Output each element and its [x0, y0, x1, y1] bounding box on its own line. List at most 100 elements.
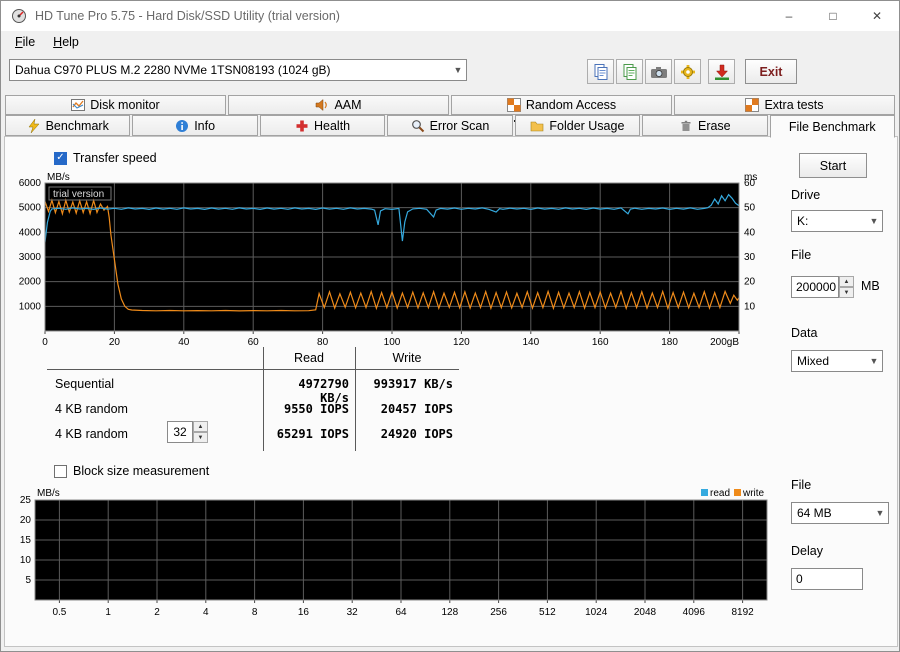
chevron-down-icon: ▼	[453, 65, 463, 75]
svg-text:ms: ms	[744, 172, 757, 183]
queue-depth-spinner[interactable]: 32 ▲ ▼	[167, 421, 208, 443]
svg-text:200gB: 200gB	[710, 337, 739, 348]
svg-text:5: 5	[25, 575, 31, 586]
delay-label: Delay	[791, 544, 823, 558]
menu-file[interactable]: File	[7, 33, 43, 51]
random-access-icon	[506, 98, 521, 112]
svg-text:4: 4	[203, 607, 209, 618]
svg-text:1000: 1000	[19, 301, 42, 312]
titlebar: HD Tune Pro 5.75 - Hard Disk/SSD Utility…	[1, 1, 899, 31]
gear-icon	[680, 64, 695, 79]
tab-extra-tests[interactable]: Extra tests	[674, 95, 895, 115]
svg-text:read: read	[710, 488, 730, 499]
copy-text-button[interactable]	[616, 59, 643, 84]
screenshot-button[interactable]	[645, 59, 672, 84]
window-controls: – □ ✕	[767, 1, 899, 31]
health-icon	[296, 120, 308, 131]
table-divider	[47, 369, 459, 370]
tab-health[interactable]: Health	[259, 115, 386, 136]
tab-error-scan[interactable]: Error Scan	[387, 115, 513, 136]
svg-text:MB/s: MB/s	[47, 172, 70, 183]
sequential-read-value: 4972790 KB/s	[298, 377, 349, 405]
row-label-sequential: Sequential	[55, 377, 115, 391]
file-size-value: 200000	[791, 276, 839, 298]
random-read-value: 9550 IOPS	[283, 402, 349, 416]
column-header-write: Write	[392, 351, 422, 365]
transfer-speed-chart: 0 20 40 60 80 100 120 140 160 180 200gB10002000300…	[19, 172, 758, 348]
tab-label: AAM	[334, 98, 362, 112]
tab-benchmark[interactable]: Benchmark	[5, 115, 131, 136]
close-button[interactable]: ✕	[855, 1, 899, 31]
svg-text:32: 32	[347, 607, 359, 618]
data-label: Data	[791, 326, 818, 340]
tab-label: Health	[313, 118, 351, 133]
svg-text:50: 50	[744, 203, 756, 214]
exit-button[interactable]: Exit	[745, 59, 797, 84]
tab-folder-usage[interactable]: Folder Usage	[514, 115, 641, 136]
block-size-chart: 0.5 1 2 4 8 16 32 64 128 256 512 1024 2048 4096 8192 5 1…	[20, 488, 768, 618]
camera-icon	[650, 66, 667, 78]
menu-help[interactable]: Help	[45, 33, 87, 51]
svg-text:30: 30	[744, 252, 756, 263]
file-size-unit: MB	[861, 279, 880, 293]
app-icon	[11, 8, 27, 24]
data-pattern-value: Mixed	[797, 354, 830, 368]
random-write-value: 20457 IOPS	[380, 402, 453, 416]
tab-random-access[interactable]: Random Access	[451, 95, 672, 115]
start-button-label: Start	[819, 158, 847, 173]
block-size-checkbox[interactable]	[54, 464, 67, 478]
random-qd-read-value: 65291 IOPS	[276, 427, 349, 441]
tab-disk-monitor[interactable]: Disk monitor	[5, 95, 226, 115]
spinner-up-button[interactable]: ▲	[839, 276, 854, 287]
svg-text:8: 8	[252, 607, 258, 618]
spinner-down-button[interactable]: ▼	[839, 287, 854, 298]
tab-label: Error Scan	[429, 118, 490, 133]
transfer-speed-checkbox[interactable]	[54, 151, 67, 165]
file-size-spinner[interactable]: 200000 ▲ ▼	[791, 276, 854, 298]
svg-text:0.5: 0.5	[52, 607, 66, 618]
benchmark-results-table: Read Write Sequential 4972790 KB/s 99391…	[47, 347, 459, 451]
options-button[interactable]	[674, 59, 701, 84]
target-drive-value: K:	[797, 214, 809, 228]
extra-tests-icon	[745, 98, 760, 112]
tab-erase[interactable]: Erase	[642, 115, 768, 136]
erase-icon	[681, 120, 691, 131]
tab-file-benchmark[interactable]: File Benchmark	[769, 115, 895, 138]
close-icon: ✕	[871, 9, 883, 23]
minimize-icon: –	[785, 9, 793, 23]
copy-results-button[interactable]	[587, 59, 614, 84]
delay-input[interactable]	[791, 568, 863, 590]
maximize-icon: □	[829, 9, 837, 23]
error-scan-icon	[411, 119, 424, 132]
tab-label: Extra tests	[764, 98, 824, 112]
svg-text:180: 180	[661, 337, 678, 348]
minimize-button[interactable]: –	[767, 1, 811, 31]
block-file-label: File	[791, 478, 812, 492]
tab-row-2: Benchmark Info Health Error Scan Folder …	[4, 115, 896, 138]
toolbar: Dahua C970 PLUS M.2 2280 NVMe 1TSN08193 …	[1, 53, 899, 133]
start-button[interactable]: Start	[799, 153, 867, 178]
target-drive-select[interactable]: K: ▼	[791, 210, 883, 232]
tab-label: Random Access	[525, 98, 617, 112]
tab-info[interactable]: Info	[132, 115, 258, 136]
tab-label: File Benchmark	[788, 119, 876, 134]
tab-aam[interactable]: AAM	[228, 95, 449, 115]
svg-text:2000: 2000	[19, 277, 42, 288]
save-button[interactable]	[708, 59, 735, 84]
chevron-down-icon: ▼	[869, 356, 879, 366]
random-qd-write-value: 24920 IOPS	[380, 427, 453, 441]
file-benchmark-page: Transfer speed 0204060801001201401601802…	[4, 136, 898, 647]
spinner-down-button[interactable]: ▼	[193, 432, 208, 443]
drive-selector[interactable]: Dahua C970 PLUS M.2 2280 NVMe 1TSN08193 …	[9, 59, 467, 81]
exit-button-label: Exit	[759, 64, 783, 79]
svg-text:2048: 2048	[634, 607, 657, 618]
maximize-button[interactable]: □	[811, 1, 855, 31]
block-size-label: Block size measurement	[73, 464, 210, 478]
svg-text:10: 10	[20, 555, 32, 566]
spinner-up-button[interactable]: ▲	[193, 421, 208, 432]
block-file-size-select[interactable]: 64 MB ▼	[791, 502, 889, 524]
save-download-icon	[714, 64, 729, 80]
svg-text:4000: 4000	[19, 227, 42, 238]
svg-text:25: 25	[20, 495, 32, 506]
data-pattern-select[interactable]: Mixed ▼	[791, 350, 883, 372]
